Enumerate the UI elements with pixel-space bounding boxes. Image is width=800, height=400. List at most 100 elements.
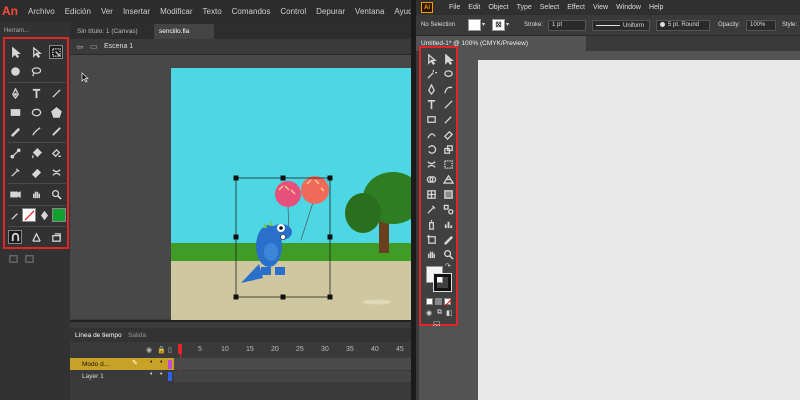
stroke-weight-field[interactable]: 1 pt — [548, 20, 586, 31]
rectangle-tool-icon[interactable] — [424, 112, 438, 126]
camera-tool-icon[interactable] — [8, 187, 22, 201]
chevron-down-icon[interactable]: ▾ — [482, 21, 485, 28]
settings-icon[interactable] — [6, 251, 20, 265]
edit-toolbar-button[interactable]: … — [432, 318, 441, 328]
bone-tool-icon[interactable] — [8, 146, 22, 160]
menu-window[interactable]: Window — [612, 4, 645, 11]
paint-brush-tool-icon[interactable] — [29, 124, 43, 138]
paint-bucket-tool-icon[interactable] — [29, 146, 43, 160]
line-tool-icon[interactable] — [49, 86, 63, 100]
layers-icon[interactable] — [22, 251, 36, 265]
smooth-icon[interactable] — [29, 230, 43, 244]
shaper-tool-icon[interactable] — [424, 127, 438, 141]
fill-color-icon[interactable] — [37, 208, 51, 222]
pencil-tool-icon[interactable] — [8, 124, 22, 138]
menu-help[interactable]: Help — [645, 4, 667, 11]
fill-swatch[interactable] — [468, 19, 481, 31]
curvature-tool-icon[interactable] — [441, 82, 455, 96]
direct-selection-tool-icon[interactable] — [441, 52, 455, 66]
text-tool-icon[interactable] — [29, 86, 43, 100]
menu-modificar[interactable]: Modificar — [155, 7, 197, 16]
draw-behind-icon[interactable]: ⧉ — [437, 309, 442, 317]
menu-file[interactable]: File — [445, 4, 464, 11]
menu-archivo[interactable]: Archivo — [23, 7, 60, 16]
eraser-tool-icon[interactable] — [29, 165, 43, 179]
none-mode-icon[interactable] — [444, 298, 452, 306]
back-arrow-icon[interactable]: ⇦ — [76, 42, 84, 53]
menu-view[interactable]: View — [589, 4, 612, 11]
stroke-color-swatch[interactable] — [433, 273, 452, 292]
eraser-tool-icon[interactable] — [441, 127, 455, 141]
line-segment-tool-icon[interactable] — [441, 97, 455, 111]
menu-ventana[interactable]: Ventana — [350, 7, 389, 16]
tab-sencillo[interactable]: sencillo.fla — [154, 24, 214, 39]
free-transform-tool-icon[interactable] — [441, 157, 455, 171]
width-tool-icon[interactable] — [49, 165, 63, 179]
outline-icon[interactable]: ▯ — [168, 346, 172, 354]
brush-definition[interactable]: 5 pt. Round — [656, 20, 710, 31]
rotate-tool-icon[interactable] — [424, 142, 438, 156]
artboard-tool-icon[interactable] — [424, 232, 438, 246]
visibility-dot[interactable]: • — [150, 359, 152, 366]
magic-wand-tool-icon[interactable] — [424, 67, 438, 81]
brush-tool-icon[interactable] — [49, 124, 63, 138]
layer-frames[interactable] — [174, 371, 411, 382]
artboard[interactable] — [478, 60, 800, 400]
pen-tool-icon[interactable] — [424, 82, 438, 96]
gradient-mode-icon[interactable] — [435, 298, 442, 305]
visibility-dot[interactable]: • — [150, 371, 152, 378]
playhead[interactable] — [178, 344, 182, 354]
menu-edit[interactable]: Edit — [464, 4, 484, 11]
type-tool-icon[interactable] — [424, 97, 438, 111]
symbol-sprayer-tool-icon[interactable] — [424, 217, 438, 231]
shape-builder-tool-icon[interactable] — [424, 172, 438, 186]
paintbrush-tool-icon[interactable] — [441, 112, 455, 126]
stroke-swatch[interactable]: ☒ — [492, 19, 505, 31]
tab-linea-de-tiempo[interactable]: Línea de tiempo — [75, 332, 122, 339]
subselection-tool-icon[interactable] — [29, 45, 43, 59]
menu-ayuda[interactable]: Ayuda — [389, 7, 411, 16]
menu-depurar[interactable]: Depurar — [311, 7, 350, 16]
oval-tool-icon[interactable] — [29, 105, 43, 119]
straighten-icon[interactable] — [49, 230, 63, 244]
selection-tool-icon[interactable] — [424, 52, 438, 66]
menu-object[interactable]: Object — [484, 4, 512, 11]
snap-magnet-icon[interactable] — [8, 230, 22, 244]
eyedropper-tool-icon[interactable] — [8, 165, 22, 179]
menu-ver[interactable]: Ver — [96, 7, 118, 16]
layer-row[interactable]: Modo d… — [82, 359, 110, 370]
eyedropper-tool-icon[interactable] — [424, 202, 438, 216]
opacity-field[interactable]: 100% — [746, 20, 776, 31]
variable-width-profile[interactable]: Uniform — [592, 20, 650, 31]
stage[interactable] — [171, 68, 411, 321]
ink-bottle-tool-icon[interactable] — [49, 146, 63, 160]
menu-type[interactable]: Type — [513, 4, 536, 11]
menu-comandos[interactable]: Comandos — [227, 7, 276, 16]
fill-swatch[interactable] — [52, 208, 66, 222]
perspective-grid-tool-icon[interactable] — [441, 172, 455, 186]
rectangle-tool-icon[interactable] — [8, 105, 22, 119]
lasso-tool-icon[interactable] — [29, 64, 43, 78]
color-mode-icon[interactable] — [426, 298, 433, 305]
3d-rotation-tool-icon[interactable] — [8, 64, 22, 78]
menu-edicion[interactable]: Edición — [60, 7, 96, 16]
zoom-tool-icon[interactable] — [49, 187, 63, 201]
scale-tool-icon[interactable] — [441, 142, 455, 156]
selection-tool-icon[interactable] — [8, 45, 22, 59]
mesh-tool-icon[interactable] — [424, 187, 438, 201]
column-graph-tool-icon[interactable] — [441, 217, 455, 231]
zoom-tool-icon[interactable] — [441, 247, 455, 261]
menu-texto[interactable]: Texto — [198, 7, 227, 16]
stroke-swatch[interactable] — [22, 208, 36, 222]
tab-sin-titulo[interactable]: Sin título: 1 (Canvas) — [72, 24, 152, 39]
hand-tool-icon[interactable] — [424, 247, 438, 261]
polystar-tool-icon[interactable] — [49, 105, 63, 119]
pen-tool-icon[interactable] — [8, 86, 22, 100]
free-transform-tool-icon[interactable] — [49, 45, 63, 59]
blend-tool-icon[interactable] — [441, 202, 455, 216]
layer-frames[interactable] — [174, 358, 411, 370]
slice-tool-icon[interactable] — [441, 232, 455, 246]
hand-tool-icon[interactable] — [29, 187, 43, 201]
width-tool-icon[interactable] — [424, 157, 438, 171]
menu-effect[interactable]: Effect — [563, 4, 589, 11]
